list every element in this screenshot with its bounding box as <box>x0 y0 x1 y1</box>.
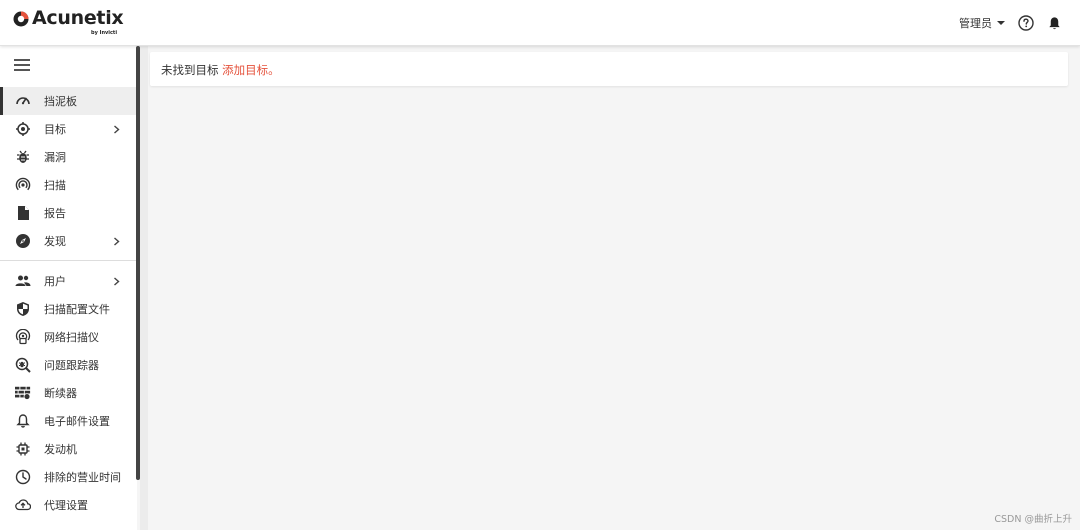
logo-text: Acunetix <box>32 7 124 29</box>
sidebar-scrollbar[interactable] <box>136 46 140 480</box>
chevron-right-icon <box>114 236 120 246</box>
sidebar-item-label: 断续器 <box>44 387 77 400</box>
clock-icon <box>14 469 31 486</box>
notice-text-wrapper: 未找到目标 添加目标。 <box>161 62 280 78</box>
document-icon <box>14 205 31 222</box>
radar-icon <box>14 177 31 194</box>
help-icon[interactable] <box>1018 15 1034 31</box>
sidebar-item-discovery[interactable]: 发现 <box>0 227 137 255</box>
sidebar-item-label: 排除的营业时间 <box>44 471 121 484</box>
sidebar-item-label: 扫描配置文件 <box>44 303 110 316</box>
sidebar-item-vulnerabilities[interactable]: 漏洞 <box>0 143 137 171</box>
no-targets-notice: 未找到目标 添加目标。 <box>150 52 1068 86</box>
sidebar-item-label: 漏洞 <box>44 151 66 164</box>
notice-message: 未找到目标 <box>161 63 219 77</box>
sidebar-item-excluded-hours[interactable]: 排除的营业时间 <box>0 463 137 491</box>
sidebar-item-label: 报告 <box>44 207 66 220</box>
sidebar-item-label: 电子邮件设置 <box>44 415 110 428</box>
caret-down-icon <box>997 21 1005 25</box>
bell-outline-icon <box>14 413 31 430</box>
sidebar-item-users[interactable]: 用户 <box>0 267 137 295</box>
sidebar-item-label: 问题跟踪器 <box>44 359 99 372</box>
sidebar-divider <box>0 260 137 261</box>
sidebar-item-label: 代理设置 <box>44 499 88 512</box>
notification-bell-icon[interactable] <box>1047 16 1062 31</box>
menu-toggle-icon[interactable] <box>14 59 30 71</box>
sidebar-item-label: 扫描 <box>44 179 66 192</box>
sidebar-item-scan-profiles[interactable]: 扫描配置文件 <box>0 295 137 323</box>
acunetix-logo-mark-icon <box>13 11 29 27</box>
main-content: 未找到目标 添加目标。 <box>148 46 1080 530</box>
sidebar-item-targets[interactable]: 目标 <box>0 115 137 143</box>
sidebar-item-partial[interactable] <box>0 519 137 530</box>
dashboard-icon <box>14 93 31 110</box>
sidebar-item-engines[interactable]: 发动机 <box>0 435 137 463</box>
user-menu-button[interactable]: 管理员 <box>959 15 1005 31</box>
add-target-link[interactable]: 添加目标。 <box>222 63 280 77</box>
sidebar-item-email-settings[interactable]: 电子邮件设置 <box>0 407 137 435</box>
sidebar-item-reports[interactable]: 报告 <box>0 199 137 227</box>
cloud-upload-icon <box>14 497 31 514</box>
compass-icon <box>14 233 31 250</box>
sidebar-item-wafs[interactable]: 断续器 <box>0 379 137 407</box>
sidebar-item-label: 发现 <box>44 235 66 248</box>
chip-icon <box>14 441 31 458</box>
top-right-controls: 管理员 <box>959 0 1062 46</box>
sidebar-item-label: 用户 <box>44 275 66 288</box>
sidebar: 挡泥板 目标 漏洞 扫描 报告 发现 用户 扫描配置文件 网络扫描仪 问题跟踪器… <box>0 46 137 530</box>
sidebar-item-label: 发动机 <box>44 443 77 456</box>
settings-icon <box>14 525 31 530</box>
logo-subtitle: by Invicti <box>91 30 118 36</box>
sidebar-item-network-scanner[interactable]: 网络扫描仪 <box>0 323 137 351</box>
users-icon <box>14 273 31 290</box>
sidebar-item-label: 网络扫描仪 <box>44 331 99 344</box>
firewall-icon <box>14 385 31 402</box>
sidebar-scroll-track <box>140 46 148 530</box>
top-bar: Acunetix by Invicti 管理员 <box>0 0 1080 46</box>
shield-icon <box>14 301 31 318</box>
chevron-right-icon <box>114 276 120 286</box>
acunetix-logo[interactable]: Acunetix by Invicti <box>13 7 124 38</box>
bug-icon <box>14 149 31 166</box>
sidebar-item-label: 目标 <box>44 123 66 136</box>
sidebar-item-issue-trackers[interactable]: 问题跟踪器 <box>0 351 137 379</box>
issue-tracker-icon <box>14 357 31 374</box>
sidebar-item-dashboard[interactable]: 挡泥板 <box>0 87 137 115</box>
user-menu-label: 管理员 <box>959 17 992 30</box>
watermark: CSDN @曲折上升 <box>994 514 1072 525</box>
network-scanner-icon <box>14 329 31 346</box>
sidebar-item-proxy-settings[interactable]: 代理设置 <box>0 491 137 519</box>
target-icon <box>14 121 31 138</box>
sidebar-item-scans[interactable]: 扫描 <box>0 171 137 199</box>
sidebar-item-label: 挡泥板 <box>44 95 77 108</box>
chevron-right-icon <box>114 124 120 134</box>
